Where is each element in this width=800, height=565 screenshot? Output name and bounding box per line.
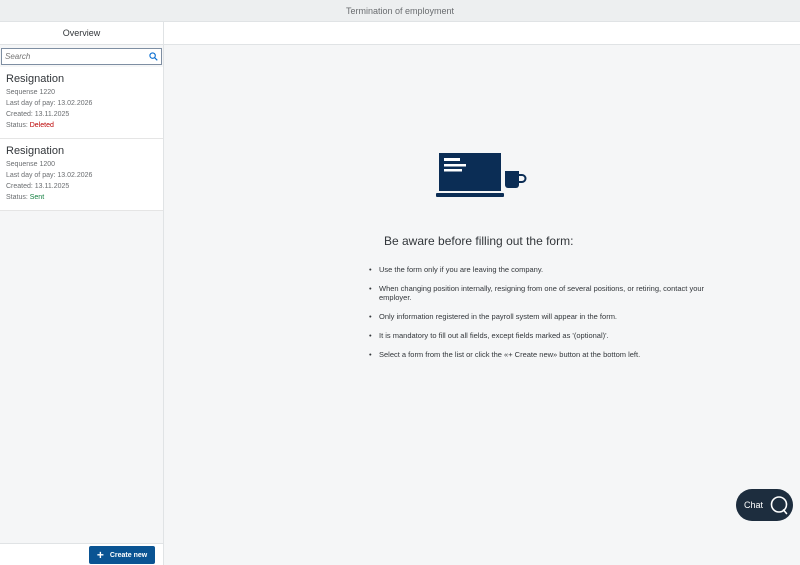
notice-heading: Be aware before filling out the form: bbox=[384, 234, 574, 248]
item-sequence: Sequense 1220 bbox=[6, 89, 56, 96]
app-title: Termination of employment bbox=[345, 5, 455, 16]
master-title: Overview bbox=[62, 28, 101, 38]
item-created: Created: 13.11.2025 bbox=[6, 111, 70, 118]
app-title-bar: Termination of employment bbox=[0, 0, 800, 22]
item-title: Resignation bbox=[6, 145, 65, 157]
item-status-label: Status: bbox=[6, 194, 30, 201]
notice-item: Use the form only if you are leaving the… bbox=[369, 265, 719, 274]
item-last-day: Last day of pay: 13.02.2026 bbox=[6, 172, 93, 179]
master-header: Overview bbox=[0, 22, 163, 45]
chat-label: Chat bbox=[744, 500, 764, 510]
item-status-value: Deleted bbox=[29, 122, 54, 129]
list-item[interactable]: Resignation Sequense 1220 Last day of pa… bbox=[0, 67, 163, 139]
create-new-button[interactable]: + Create new bbox=[89, 546, 155, 564]
resignation-list: Resignation Sequense 1220 Last day of pa… bbox=[0, 67, 163, 211]
notice-item: It is mandatory to fill out all fields, … bbox=[369, 331, 719, 340]
list-item[interactable]: Resignation Sequense 1200 Last day of pa… bbox=[0, 139, 163, 211]
plus-icon: + bbox=[96, 548, 104, 562]
item-status: Status: Deleted bbox=[6, 120, 157, 131]
search-input[interactable] bbox=[5, 52, 148, 61]
search-icon[interactable] bbox=[148, 52, 158, 62]
master-footer: + Create new bbox=[0, 543, 163, 565]
detail-pane: Be aware before filling out the form: Us… bbox=[164, 22, 800, 565]
master-pane: Overview Resignation Sequense 1220 Last … bbox=[0, 22, 164, 565]
notice-item: Only information registered in the payro… bbox=[369, 312, 719, 321]
item-status-value: Sent bbox=[29, 194, 45, 201]
notice-item: When changing position internally, resig… bbox=[369, 284, 719, 302]
item-sequence: Sequense 1200 bbox=[6, 161, 56, 168]
notice-item: Select a form from the list or click the… bbox=[369, 350, 719, 359]
laptop-coffee-illustration bbox=[436, 153, 527, 197]
item-last-day: Last day of pay: 13.02.2026 bbox=[6, 100, 93, 107]
chat-bubble-icon bbox=[770, 496, 788, 515]
chat-button[interactable]: Chat bbox=[736, 489, 793, 521]
search-field[interactable] bbox=[1, 48, 162, 65]
create-new-label: Create new bbox=[109, 551, 148, 559]
notice-list: Use the form only if you are leaving the… bbox=[369, 265, 719, 369]
item-status: Status: Sent bbox=[6, 192, 157, 203]
item-status-label: Status: bbox=[6, 122, 30, 129]
detail-header bbox=[164, 22, 800, 45]
item-created: Created: 13.11.2025 bbox=[6, 183, 70, 190]
item-title: Resignation bbox=[6, 73, 65, 85]
